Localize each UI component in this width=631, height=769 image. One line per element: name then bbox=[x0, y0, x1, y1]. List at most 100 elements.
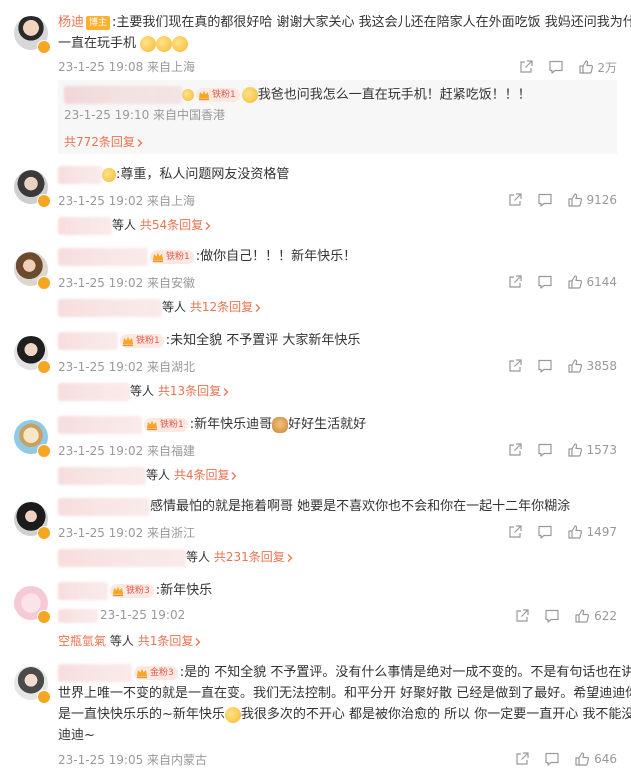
share-button[interactable] bbox=[514, 751, 530, 767]
comment-item: 铁粉1:未知全貌 不予置评 大家新年快乐 23-1-25 19:02 来自湖北 … bbox=[0, 326, 631, 406]
thumb-up-icon bbox=[574, 608, 590, 624]
chevron-right-icon bbox=[285, 553, 295, 563]
reply-summary[interactable]: 等人 共13条回复 bbox=[58, 382, 231, 401]
comment-meta: 23-1-25 19:08 来自上海 bbox=[58, 60, 196, 74]
blurred-username bbox=[58, 581, 108, 600]
verified-badge-icon bbox=[37, 610, 51, 624]
verified-badge-icon bbox=[37, 276, 51, 290]
comment-text: 感情最怕的就是拖着啊哥 她要是不喜欢你也不会和你在一起十二年你糊涂 bbox=[58, 496, 570, 518]
like-count: 3858 bbox=[586, 359, 617, 373]
share-button[interactable] bbox=[507, 524, 523, 540]
comment-actions: 3858 bbox=[493, 357, 617, 375]
thumb-up-icon bbox=[567, 358, 583, 374]
comment-meta: 23-1-25 19:02 来自浙江 bbox=[58, 526, 196, 540]
comment-text: 铁粉1:新年快乐迪哥 好好生活就好 bbox=[58, 414, 366, 436]
comment-actions: 622 bbox=[500, 607, 617, 625]
comment-meta: 23-1-25 19:02 来自上海 bbox=[58, 194, 196, 208]
comment-button[interactable] bbox=[537, 358, 553, 374]
comment-button[interactable] bbox=[544, 751, 560, 767]
comment-button[interactable] bbox=[544, 608, 560, 624]
reply-summary[interactable]: 空瓶氫氣 等人 共1条回复 bbox=[58, 632, 203, 649]
share-button[interactable] bbox=[507, 442, 523, 458]
fan-badge: 铁粉1 bbox=[120, 333, 164, 348]
comment-button[interactable] bbox=[537, 524, 553, 540]
comment-text: :尊重，私人问题网友没资格管 bbox=[58, 164, 289, 186]
share-button[interactable] bbox=[514, 608, 530, 624]
comment-text: 铁粉1:未知全貌 不予置评 大家新年快乐 bbox=[58, 330, 360, 352]
crown-icon bbox=[152, 251, 164, 263]
thumb-up-icon bbox=[567, 442, 583, 458]
comment-text: 铁粉1:做你自己！！！新年快乐！ bbox=[58, 246, 356, 268]
comment-actions: 1497 bbox=[493, 523, 617, 541]
comment-icon bbox=[548, 59, 564, 75]
comment-text: 世界上唯一不变的就是一直在变。我们无法控制。和平分开 好聚好散 已经是做到了最好… bbox=[58, 686, 631, 701]
comment-icon bbox=[537, 274, 553, 290]
blurred-usernames bbox=[58, 466, 146, 485]
replier-name[interactable]: 空瓶氫氣 bbox=[58, 634, 106, 648]
comment-button[interactable] bbox=[537, 274, 553, 290]
comment-button[interactable] bbox=[537, 442, 553, 458]
comment-icon bbox=[537, 524, 553, 540]
like-button[interactable]: 9126 bbox=[567, 192, 617, 208]
crown-icon bbox=[146, 419, 158, 431]
crown-icon bbox=[136, 667, 148, 679]
reply-text: 我爸也问我怎么一直在玩手机！赶紧吃饭！！！ bbox=[257, 87, 531, 103]
comment-text: 铁粉3:新年快乐 bbox=[58, 580, 212, 602]
comment-meta: 23-1-25 19:02 来自福建 bbox=[58, 444, 196, 458]
thumb-up-icon bbox=[567, 524, 583, 540]
share-icon bbox=[507, 524, 523, 540]
like-button[interactable]: 622 bbox=[574, 608, 617, 624]
blurred-usernames bbox=[58, 298, 162, 317]
share-icon bbox=[514, 751, 530, 767]
comment-icon bbox=[544, 751, 560, 767]
blurred-username bbox=[58, 331, 118, 350]
reply-summary[interactable]: 等人 共4条回复 bbox=[58, 466, 239, 485]
blurred-username bbox=[58, 663, 132, 682]
comment-item: 感情最怕的就是拖着啊哥 她要是不喜欢你也不会和你在一起十二年你糊涂 23-1-2… bbox=[0, 492, 631, 572]
comment-icon bbox=[544, 608, 560, 624]
verified-badge-icon bbox=[37, 444, 51, 458]
like-button[interactable]: 3858 bbox=[567, 358, 617, 374]
smile-emoji-icon bbox=[241, 87, 258, 103]
verified-badge-icon bbox=[37, 690, 51, 704]
crown-icon bbox=[112, 585, 124, 597]
comment-button[interactable] bbox=[537, 192, 553, 208]
like-button[interactable]: 1497 bbox=[567, 524, 617, 540]
blurred-date bbox=[58, 608, 98, 623]
verified-badge-icon bbox=[37, 40, 51, 54]
comment-meta: 23-1-25 19:05 来自内蒙古 bbox=[58, 753, 208, 767]
comment-item: :尊重，私人问题网友没资格管 23-1-25 19:02 来自上海 9126 等… bbox=[0, 160, 631, 240]
chevron-right-icon bbox=[221, 387, 231, 397]
like-button[interactable]: 646 bbox=[574, 751, 617, 767]
like-button[interactable]: 6144 bbox=[567, 274, 617, 290]
reply-summary[interactable]: 等人 共12条回复 bbox=[58, 298, 263, 317]
fan-badge: 铁粉1 bbox=[196, 88, 240, 102]
comment-actions: 1573 bbox=[493, 441, 617, 459]
crown-emoji-icon bbox=[102, 167, 116, 182]
share-button[interactable] bbox=[507, 358, 523, 374]
bread-emoji-icon bbox=[272, 416, 289, 433]
comment-item: 铁粉1:做你自己！！！新年快乐！ 23-1-25 19:02 来自安徽 6144… bbox=[0, 242, 631, 322]
like-count: 9126 bbox=[586, 193, 617, 207]
view-replies-link[interactable]: 共772条回复 bbox=[64, 133, 145, 150]
laugh-cry-emoji-icon bbox=[140, 35, 157, 52]
blurred-username bbox=[64, 86, 182, 104]
share-icon bbox=[514, 608, 530, 624]
like-button[interactable]: 1573 bbox=[567, 442, 617, 458]
comment-button[interactable] bbox=[548, 59, 564, 75]
like-button[interactable]: 2万 bbox=[578, 59, 617, 76]
comment-item: 铁粉3:新年快乐 23-1-25 19:02 622 空瓶氫氣 等人 共1条回复 bbox=[0, 576, 631, 656]
share-button[interactable] bbox=[518, 59, 534, 75]
username[interactable]: 杨迪 bbox=[58, 15, 84, 30]
like-count: 622 bbox=[594, 609, 617, 623]
reply-summary[interactable]: 等人 共231条回复 bbox=[58, 548, 295, 567]
thumb-up-icon bbox=[578, 59, 594, 75]
blurred-username bbox=[58, 497, 150, 516]
comment-icon bbox=[537, 358, 553, 374]
reply-summary[interactable]: 等人 共54条回复 bbox=[58, 216, 213, 235]
comment-meta: 23-1-25 19:02 来自安徽 bbox=[58, 276, 196, 290]
comment-text: 是一直快快乐乐的~新年快乐 我很多次的不开心 都是被你治愈的 所以 你一定要一直开… bbox=[58, 706, 631, 723]
share-button[interactable] bbox=[507, 274, 523, 290]
verified-badge-icon bbox=[37, 194, 51, 208]
share-button[interactable] bbox=[507, 192, 523, 208]
